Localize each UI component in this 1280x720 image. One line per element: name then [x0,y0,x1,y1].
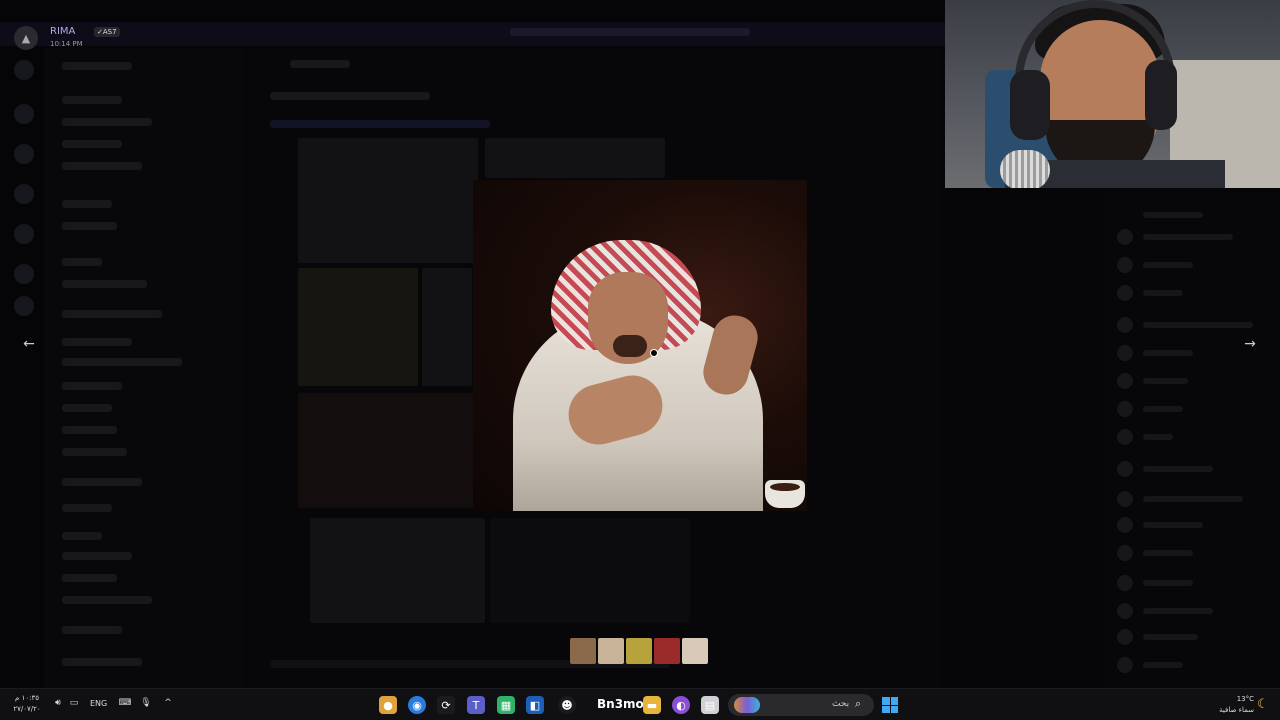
thumb-2[interactable] [598,638,624,664]
chrome-icon[interactable]: ◉ [408,696,426,714]
author-tag-badge: ✓AS7 [94,27,120,37]
network-icon[interactable]: ▭ [67,698,81,708]
clock-time: ١٠:٣٥ م [15,694,39,702]
search-box[interactable]: بحث ⌕ [728,694,874,716]
search-highlight-icon [734,697,760,713]
chevron-up-icon[interactable]: ^ [161,698,175,708]
keyboard-icon[interactable]: ⌨ [118,698,132,708]
start-button[interactable] [882,697,898,713]
weather-widget[interactable]: 13°C سماء صافية [1206,694,1254,716]
mouse-cursor [650,349,658,357]
previous-media-button[interactable]: ← [19,334,39,354]
store-icon[interactable]: ◧ [526,696,544,714]
author-name[interactable]: RIMA [50,26,75,37]
microphone [1000,150,1050,188]
weather-temp: 13°C [1236,695,1254,703]
microphone-icon[interactable]: 🎙︎ [139,698,153,708]
thumb-1[interactable] [570,638,596,664]
search-placeholder: بحث [832,699,850,709]
app-icon-3[interactable]: ▤ [701,696,719,714]
app-icon-1[interactable]: ● [379,696,397,714]
arrow-left-icon: ← [23,336,35,352]
post-timestamp: 10:14 PM [50,40,83,48]
thumb-3[interactable] [626,638,652,664]
coffee-cup [765,480,805,508]
language-indicator[interactable]: ENG [90,699,107,708]
thumb-4[interactable] [654,638,680,664]
moon-icon: ☾ [1257,697,1269,712]
webcam-overlay [945,0,1280,188]
widgets-icon[interactable]: ▦ [497,696,515,714]
windows-taskbar: ١٠:٣٥ م ٢٧/٠٧/٢٠ 🔊︎ ▭ ENG ⌨ 🎙︎ ^ ● ◉ ⟳ T… [0,688,1280,720]
server-list [0,48,44,688]
notification-banner [0,22,945,46]
app-icon-2[interactable]: ◐ [672,696,690,714]
screen: ▲ RIMA ✓AS7 10:14 PM ← → ١٠:٣٥ م ٢٧/٠٧/٢… [0,0,1280,720]
next-media-button[interactable]: → [1240,334,1260,354]
member-list [1105,195,1280,685]
thumb-5[interactable] [682,638,708,664]
discord-title-bar [0,0,945,22]
obs-icon[interactable]: ⟳ [437,696,455,714]
weather-desc: سماء صافية [1219,706,1254,714]
thumbnail-strip [570,638,708,664]
media-viewer-image[interactable] [473,180,807,511]
teams-icon[interactable]: T [467,696,485,714]
arrow-right-icon: → [1244,336,1256,352]
avatar[interactable]: ▲ [14,26,38,50]
clock[interactable]: ١٠:٣٥ م ٢٧/٠٧/٢٠ [6,693,48,715]
clock-date: ٢٧/٠٧/٢٠ [13,705,41,713]
discord-icon[interactable]: ☻ [558,696,576,714]
folder-icon[interactable]: ▬ [643,696,661,714]
volume-icon[interactable]: 🔊︎ [51,698,65,708]
channel-list [44,48,244,688]
search-icon: ⌕ [855,697,862,710]
